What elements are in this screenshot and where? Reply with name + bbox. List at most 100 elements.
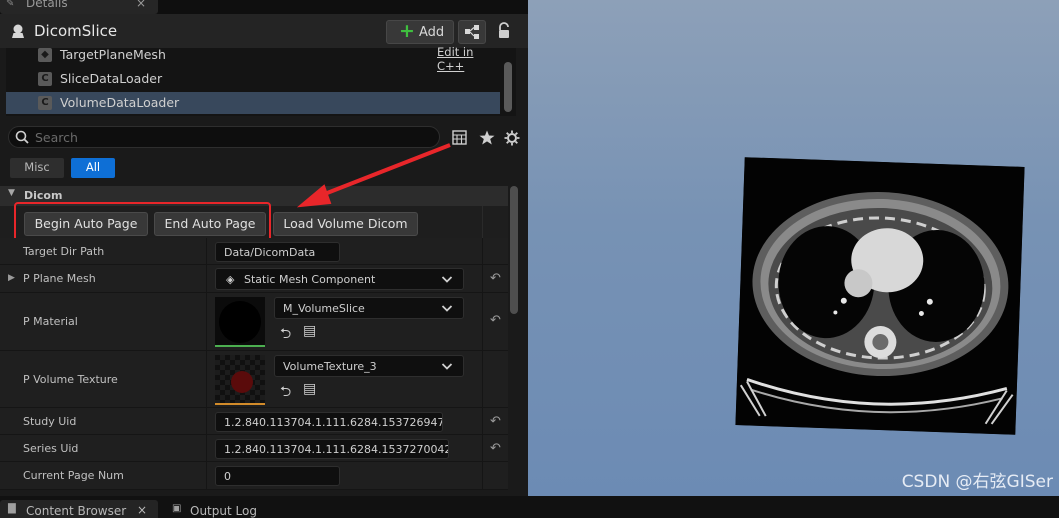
lock-icon[interactable] (496, 22, 512, 40)
gear-icon[interactable] (504, 130, 520, 146)
browse-icon[interactable]: ▤ (303, 323, 316, 339)
expand-arrow-icon[interactable]: ▶ (8, 273, 15, 283)
component-icon: C (38, 72, 52, 86)
component-row-volumedataloader[interactable]: C VolumeDataLoader (6, 92, 500, 114)
add-label: Add (419, 25, 445, 40)
plus-icon: + (399, 20, 415, 42)
material-thumbnail[interactable] (215, 297, 265, 347)
tab-content-browser[interactable]: ▇ Content Browser × (0, 500, 158, 518)
property-p-plane-mesh: ▶ P Plane Mesh ◈ Static Mesh Component ↶ (0, 265, 508, 293)
material-preview (219, 301, 261, 343)
property-p-volume-texture: P Volume Texture VolumeTexture_3 ⮌ ▤ (0, 351, 508, 408)
series-uid-field[interactable]: 1.2.840.113704.1.111.6284.1537270042.22 (215, 439, 449, 459)
details-tab-strip: ✎ Details × (0, 0, 528, 14)
combo-value: Static Mesh Component (244, 273, 376, 286)
chevron-down-icon (441, 276, 453, 283)
column-divider (206, 351, 207, 407)
level-viewport[interactable]: CSDN @右弦GISer (528, 0, 1059, 496)
static-mesh-component-icon: ◈ (226, 273, 235, 286)
p-material-combo[interactable]: M_VolumeSlice (274, 297, 464, 319)
current-page-num-field[interactable]: 0 (215, 466, 340, 486)
column-divider (206, 238, 207, 264)
reset-to-default-icon[interactable]: ↶ (490, 271, 501, 286)
details-tab-label: Details (26, 0, 68, 10)
browse-icon[interactable]: ▤ (303, 381, 316, 397)
property-label: P Volume Texture (23, 373, 118, 386)
output-log-icon: ▣ (172, 503, 182, 514)
column-divider (206, 265, 207, 292)
tab-label: Content Browser (26, 504, 127, 518)
close-icon[interactable]: × (137, 503, 147, 517)
filter-misc[interactable]: Misc (10, 158, 64, 178)
texture-thumbnail[interactable] (215, 355, 265, 405)
details-scrollbar[interactable] (510, 186, 518, 314)
use-selected-icon[interactable]: ⮌ (280, 381, 291, 405)
property-label: Study Uid (23, 415, 77, 428)
component-label: TargetPlaneMesh (60, 47, 166, 62)
collapse-arrow-icon: ▼ (8, 188, 15, 198)
star-icon[interactable] (479, 130, 495, 145)
bottom-tab-bar: ▇ Content Browser × ▣ Output Log (0, 496, 1059, 518)
target-dir-path-field[interactable]: Data/DicomData (215, 242, 340, 262)
p-plane-mesh-combo[interactable]: ◈ Static Mesh Component (215, 268, 464, 290)
actor-icon (12, 24, 24, 38)
chevron-down-icon (441, 305, 453, 312)
component-label: SliceDataLoader (60, 71, 163, 86)
table-view-icon[interactable] (452, 130, 467, 145)
filter-all[interactable]: All (71, 158, 115, 178)
component-icon: C (38, 96, 52, 110)
reset-to-default-icon[interactable]: ↶ (490, 441, 501, 456)
column-divider (482, 206, 483, 238)
property-label: P Material (23, 315, 78, 328)
search-input[interactable] (35, 129, 435, 145)
property-p-material: P Material M_VolumeSlice ⮌ ▤ ↶ (0, 293, 508, 351)
details-tab[interactable]: ✎ Details × (0, 0, 158, 14)
property-label: Series Uid (23, 442, 79, 455)
tab-label: Output Log (190, 504, 257, 518)
category-label: Dicom (24, 189, 63, 202)
combo-value: M_VolumeSlice (283, 302, 365, 315)
reset-to-default-icon[interactable]: ↶ (490, 414, 501, 429)
component-tree: ◆ TargetPlaneMesh Edit in C++ C SliceDat… (6, 45, 516, 116)
column-divider (206, 462, 207, 489)
details-icon: ✎ (6, 0, 15, 9)
property-study-uid: Study Uid 1.2.840.113704.1.111.6284.1537… (0, 408, 508, 435)
tree-scrollbar[interactable] (504, 62, 512, 112)
component-label: VolumeDataLoader (60, 95, 180, 110)
combo-value: VolumeTexture_3 (283, 360, 377, 373)
ct-scan-image (735, 157, 1025, 435)
column-divider (482, 462, 483, 489)
actor-name: DicomSlice (34, 22, 118, 40)
details-panel: ✎ Details × DicomSlice + Add ◆ TargetPla… (0, 0, 528, 496)
column-divider (482, 408, 483, 434)
search-icon (15, 130, 29, 144)
texture-preview (231, 371, 253, 393)
load-volume-dicom-button[interactable]: Load Volume Dicom (273, 212, 418, 236)
blueprint-button[interactable] (458, 20, 486, 44)
property-current-page-num: Current Page Num 0 (0, 462, 508, 490)
property-label: P Plane Mesh (23, 272, 96, 285)
static-mesh-icon: ◆ (38, 48, 52, 62)
study-uid-field[interactable]: 1.2.840.113704.1.111.6284.1537269479.1 (215, 412, 443, 432)
search-bar (8, 126, 440, 148)
blueprint-icon (465, 25, 479, 39)
add-component-button[interactable]: + Add (386, 20, 454, 44)
property-label: Current Page Num (23, 469, 124, 482)
column-divider (482, 238, 483, 264)
close-icon[interactable]: × (136, 0, 146, 10)
column-divider (482, 293, 483, 350)
component-row-targetplanemesh[interactable]: ◆ TargetPlaneMesh Edit in C++ (6, 44, 500, 73)
reset-to-default-icon[interactable]: ↶ (490, 313, 501, 328)
property-target-dir-path: Target Dir Path Data/DicomData (0, 238, 508, 265)
use-selected-icon[interactable]: ⮌ (280, 323, 291, 347)
ct-slice-plane (735, 157, 1025, 435)
component-row-slicedataloader[interactable]: C SliceDataLoader (6, 68, 500, 90)
watermark-text: CSDN @右弦GISer (901, 472, 1053, 492)
column-divider (206, 435, 207, 461)
column-divider (206, 293, 207, 350)
column-divider (482, 435, 483, 461)
p-volume-texture-combo[interactable]: VolumeTexture_3 (274, 355, 464, 377)
details-header: DicomSlice + Add (0, 14, 528, 48)
tab-output-log[interactable]: ▣ Output Log (164, 500, 284, 518)
folder-icon: ▇ (8, 503, 16, 514)
